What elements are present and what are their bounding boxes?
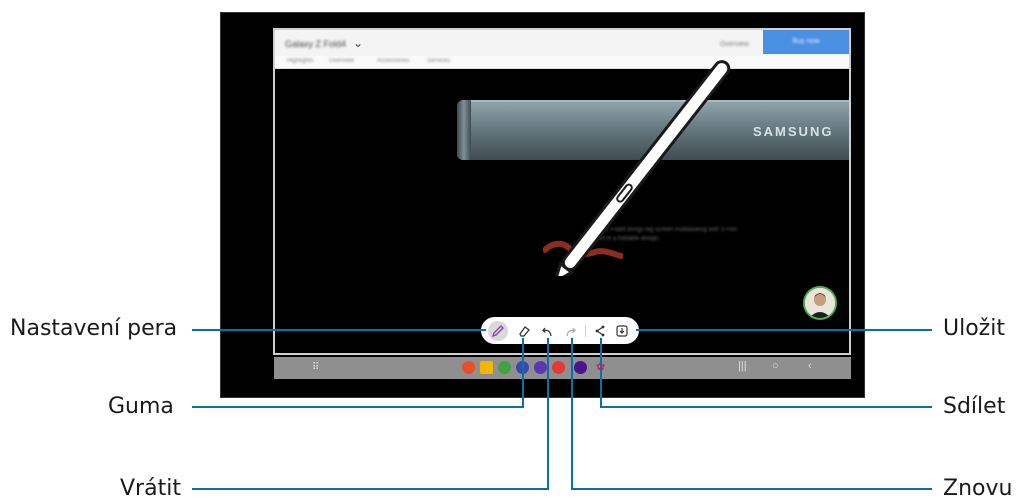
callout-leader-lines — [192, 329, 932, 490]
callout-redo: Znovu — [943, 476, 1013, 501]
callout-pen-settings: Nastavení pera — [10, 316, 178, 341]
callout-save: Uložit — [943, 316, 1005, 341]
callout-share: Sdílet — [943, 394, 1006, 419]
callout-eraser: Guma — [108, 394, 174, 419]
callout-undo: Vrátit — [120, 476, 181, 501]
